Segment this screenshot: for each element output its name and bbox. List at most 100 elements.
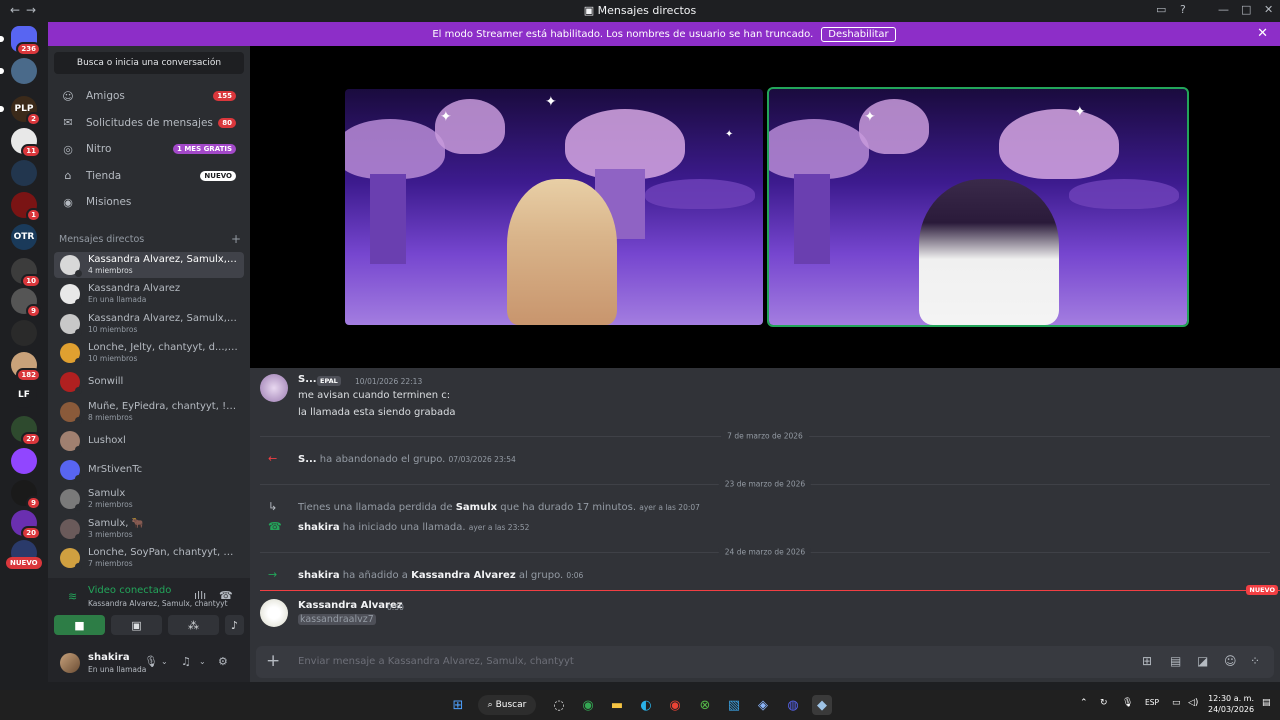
avatar[interactable] (260, 599, 288, 627)
video-tile-kassandra[interactable]: ✦ ✦ ✦ (345, 89, 763, 325)
notifications-icon[interactable]: ▤ (1262, 698, 1271, 708)
system-actor[interactable]: Samulx (456, 502, 497, 513)
voice-channel-name[interactable]: Kassandra Alvarez, Samulx, chantyyt (88, 599, 228, 608)
close-window-icon[interactable]: ✕ (1264, 3, 1273, 16)
clock[interactable]: 12:30 a. m. 24/03/2026 (1208, 693, 1254, 715)
search-conversation-button[interactable]: Busca o inicia una conversación (54, 52, 244, 74)
dm-item[interactable]: Kassandra Alvarez, Samulx, B... 10 miembr… (54, 311, 244, 337)
nav-amigos[interactable]: ☺ Amigos 155 (54, 84, 244, 108)
dm-item[interactable]: Sonwill (54, 369, 244, 395)
avatar[interactable] (60, 653, 80, 673)
system-target[interactable]: Kassandra Alvarez (411, 570, 516, 581)
server-icon[interactable]: 20 (11, 510, 41, 540)
close-banner-icon[interactable]: ✕ (1257, 26, 1268, 41)
photos-icon[interactable]: ▧ (724, 695, 744, 715)
nav-misiones[interactable]: ◉ Misiones (54, 190, 244, 214)
disable-streamer-button[interactable]: Deshabilitar (821, 26, 896, 42)
spoiler-text[interactable]: kassandraalvz7 (298, 614, 376, 625)
nav-tienda[interactable]: ⌂ Tienda NUEVO (54, 164, 244, 188)
dm-item[interactable]: Kassandra Alvarez, Samulx, cha...4 miemb… (54, 252, 244, 278)
server-icon[interactable]: 9 (11, 480, 41, 510)
nav-nitro[interactable]: ◎ Nitro 1 MES GRATIS (54, 137, 244, 161)
username[interactable]: shakira (88, 652, 130, 663)
server-icon[interactable]: 1 (11, 192, 41, 222)
server-icon[interactable] (11, 160, 37, 186)
search-icon: ⌕ (487, 700, 496, 710)
avatar[interactable] (260, 374, 288, 402)
dm-item[interactable]: Samulx, 🐂 3 miembros (54, 516, 244, 542)
task-view-icon[interactable]: ◌ (549, 695, 569, 715)
camera-button[interactable]: ■ (54, 615, 105, 635)
server-icon[interactable]: 10 (11, 258, 41, 288)
voice-status[interactable]: Video conectado (88, 585, 171, 596)
dm-item[interactable]: Lushoxl (54, 428, 244, 454)
minimize-icon[interactable]: — (1218, 3, 1229, 16)
server-icon[interactable] (11, 448, 37, 474)
volume-icon[interactable]: ◁) (1188, 698, 1198, 708)
copilot-icon[interactable]: ◈ (753, 695, 773, 715)
create-dm-icon[interactable]: + (231, 232, 241, 246)
inbox-icon[interactable]: ▭ (1156, 3, 1166, 16)
system-actor[interactable]: shakira (298, 522, 340, 533)
server-icon[interactable] (0, 58, 37, 84)
server-icon[interactable]: LF (11, 382, 37, 408)
system-actor[interactable]: S... (298, 454, 317, 465)
taskbar-search[interactable]: ⌕ Buscar (478, 695, 536, 715)
windows-start-icon[interactable]: ⊞ (448, 695, 468, 715)
sync-icon[interactable]: ↻ (1100, 698, 1108, 708)
sticker-icon[interactable]: ◪ (1197, 654, 1208, 668)
microphone-icon[interactable]: 🎙 (1122, 698, 1133, 708)
status-dot (75, 475, 82, 483)
network-icon[interactable]: ▭ (1172, 698, 1181, 708)
file-explorer-icon[interactable]: ▬ (607, 695, 627, 715)
soundboard-button[interactable]: ♪ (225, 615, 244, 635)
server-icon[interactable]: 11 (11, 128, 41, 158)
nav-solicitudes[interactable]: ✉ Solicitudes de mensajes 80 (54, 111, 244, 135)
server-icon[interactable]: PLP 2 (0, 96, 41, 126)
chevron-down-icon[interactable]: ⌄ (199, 657, 206, 666)
edge-icon[interactable]: ◐ (636, 695, 656, 715)
steam-icon[interactable]: ◆ (812, 695, 832, 715)
xbox-icon[interactable]: ⊗ (695, 695, 715, 715)
disconnect-icon[interactable]: ☎ (219, 589, 233, 602)
language-indicator[interactable]: ESP (1145, 698, 1159, 707)
gift-icon[interactable]: ⊞ (1142, 654, 1152, 668)
microphone-icon[interactable]: 🎙 (144, 655, 158, 668)
screen-share-button[interactable]: ▣ (111, 615, 162, 635)
noise-suppression-icon[interactable]: ıllı (194, 589, 206, 602)
maximize-icon[interactable]: □ (1241, 3, 1251, 16)
dm-item[interactable]: MrStivenTc (54, 457, 244, 483)
system-actor[interactable]: shakira (298, 570, 340, 581)
dm-subtitle: En una llamada (88, 295, 147, 305)
dm-item[interactable]: Lonche, Jelty, chantyyt, d..., Sa... 10 m… (54, 340, 244, 366)
activities-button[interactable]: ⁂ (168, 615, 219, 635)
video-tile-shakira[interactable]: ✦ ✦ (767, 87, 1189, 327)
chevron-down-icon[interactable]: ⌄ (161, 657, 168, 666)
help-icon[interactable]: ? (1180, 3, 1186, 16)
direct-messages-button[interactable]: 236 (0, 26, 41, 56)
emoji-icon[interactable]: ☺ (1224, 654, 1237, 668)
dm-item[interactable]: Samulx 2 miembros (54, 486, 244, 512)
discord-icon[interactable]: ◍ (783, 695, 803, 715)
gear-icon[interactable]: ⚙ (218, 655, 228, 668)
dm-name: Lonche, Jelty, chantyyt, d..., Sa... (88, 341, 238, 353)
server-icon[interactable] (11, 320, 37, 346)
server-icon[interactable]: 182 (11, 352, 41, 382)
apps-icon[interactable]: ⁘ (1250, 654, 1260, 668)
gif-icon[interactable]: ▤ (1170, 654, 1181, 668)
chrome-icon[interactable]: ◉ (665, 695, 685, 715)
dm-item[interactable]: Kassandra Alvarez En una llamada (54, 281, 244, 307)
server-icon[interactable]: 27 (11, 416, 41, 446)
chrome-icon[interactable]: ◉ (578, 695, 598, 715)
message-author[interactable]: S... (298, 374, 317, 385)
epal-badge: EPAL (317, 376, 341, 386)
chevron-up-icon[interactable]: ⌃ (1080, 698, 1088, 708)
message-input[interactable]: Enviar mensaje a Kassandra Alvarez, Samu… (298, 656, 574, 667)
server-icon[interactable]: OTR (11, 224, 37, 250)
dm-item[interactable]: Lonche, SoyPan, chantyyt, Willi... 7 miem… (54, 545, 244, 571)
attach-plus-icon[interactable]: + (266, 651, 280, 671)
server-icon[interactable]: 9 (11, 288, 41, 318)
dm-item[interactable]: Muñe, EyPiedra, chantyyt, ! JU... 8 miemb… (54, 399, 244, 425)
signal-icon[interactable]: ≋ (68, 590, 77, 603)
headphones-icon[interactable]: ♫ (181, 655, 191, 668)
